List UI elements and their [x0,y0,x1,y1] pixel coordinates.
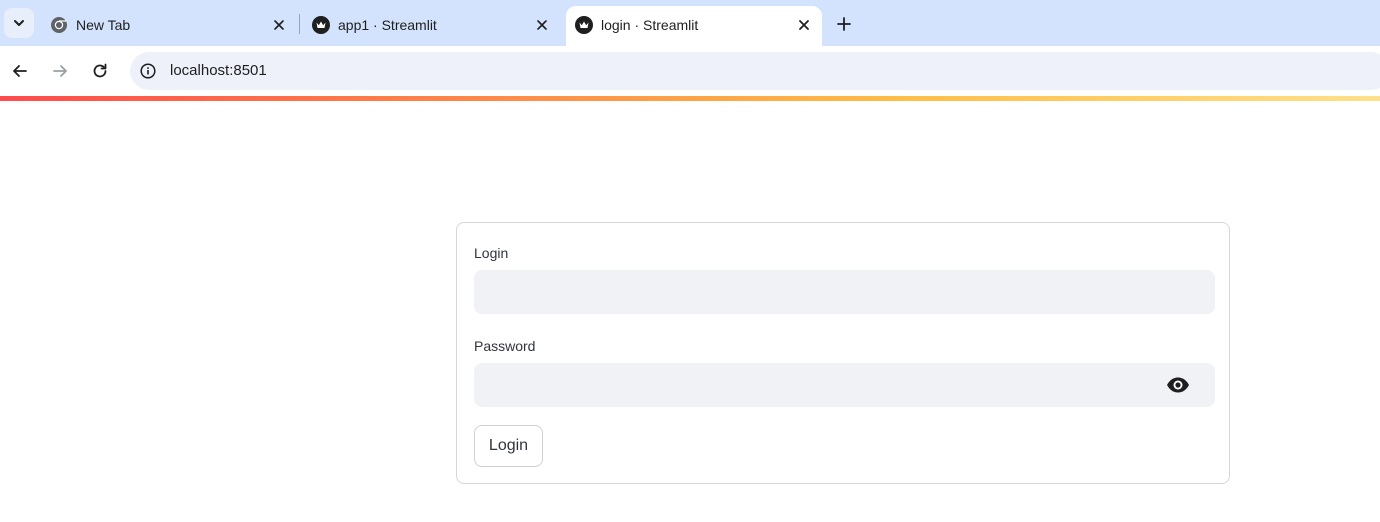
tab-close-button[interactable] [532,15,552,35]
app-decoration-bar [0,96,1380,101]
tab-title: app1 · Streamlit [338,17,437,33]
tab-title: login · Streamlit [601,17,699,33]
plus-icon [837,17,851,31]
close-icon [537,20,547,30]
password-input[interactable] [474,363,1144,407]
chevron-down-icon [14,20,24,26]
site-info-icon[interactable] [138,61,158,81]
info-icon [140,63,156,79]
streamlit-crown-icon [575,16,593,34]
close-icon [799,20,809,30]
url-text[interactable]: localhost:8501 [170,61,267,81]
arrow-left-icon [13,65,27,77]
eye-icon [1167,377,1189,393]
arrow-right-icon [53,65,67,77]
back-button[interactable] [8,59,32,83]
browser-tabstrip: New Tab app1 · Streamlit login · Streaml… [0,0,1380,46]
streamlit-crown-icon [312,16,330,34]
tab-title: New Tab [76,17,131,33]
close-icon [274,20,284,30]
forward-button[interactable] [48,59,72,83]
login-input[interactable] [474,270,1215,314]
reload-icon [93,63,107,78]
tab-separator [299,14,300,34]
tab-close-button[interactable] [794,15,814,35]
tab-app1[interactable]: app1 · Streamlit [302,6,564,46]
password-label: Password [474,338,536,354]
tab-close-button[interactable] [269,15,289,35]
password-field [474,363,1215,407]
address-bar[interactable]: localhost:8501 [130,52,1380,90]
show-password-button[interactable] [1141,363,1215,407]
login-label: Login [474,245,509,261]
tab-login-active[interactable]: login · Streamlit [566,6,822,46]
reload-button[interactable] [88,59,112,83]
chrome-icon [51,17,67,33]
browser-toolbar: localhost:8501 [0,46,1380,96]
login-form: Login Password Login [456,222,1230,484]
new-tab-button[interactable] [832,12,856,36]
tab-new-tab[interactable]: New Tab [36,6,298,46]
login-submit-button[interactable]: Login [474,425,543,467]
tab-search-button[interactable] [4,8,34,38]
